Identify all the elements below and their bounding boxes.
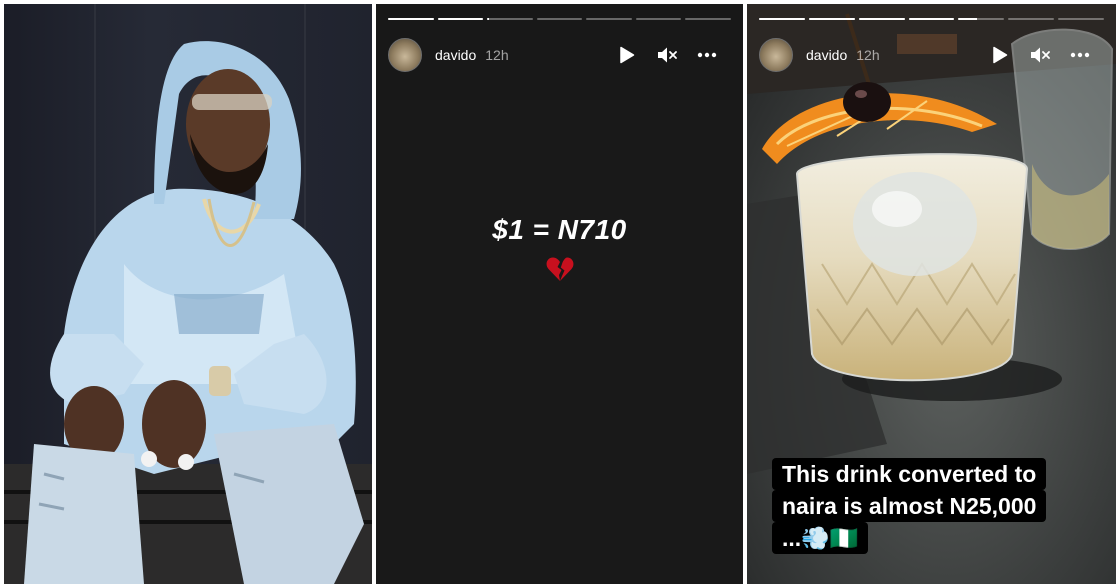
progress-segment-fill (437, 18, 484, 20)
story-caption: This drink converted to naira is almost … (772, 458, 1047, 554)
artist-photo (4, 4, 372, 584)
progress-segment-fill (958, 18, 977, 20)
progress-segment (635, 18, 682, 20)
story-time: 12h (485, 47, 509, 63)
story-progress-bar (759, 18, 1105, 20)
progress-segment (808, 18, 855, 20)
progress-segment (908, 18, 955, 20)
progress-segment-fill (808, 18, 855, 20)
story-viewer-rate[interactable]: davido 12h $1 = N710 (376, 4, 743, 584)
avatar[interactable] (759, 38, 793, 72)
progress-segment (858, 18, 905, 20)
story-viewer-drink[interactable]: davido 12h This drink converted to naira… (747, 4, 1116, 584)
progress-segment-fill (388, 18, 434, 20)
caption-line: This drink converted to (772, 458, 1047, 490)
progress-segment-fill (858, 18, 905, 20)
progress-segment (586, 18, 632, 20)
progress-segment (487, 18, 533, 20)
story-progress-bar (388, 18, 732, 20)
story-controls (990, 45, 1090, 65)
story-header: davido 12h (759, 36, 1104, 74)
progress-segment (759, 18, 805, 20)
more-horizontal-icon[interactable] (697, 45, 717, 65)
progress-segment (958, 18, 1005, 20)
play-icon[interactable] (617, 45, 637, 65)
story-time: 12h (856, 47, 880, 63)
speaker-muted-icon[interactable] (657, 45, 677, 65)
progress-segment (437, 18, 484, 20)
more-horizontal-icon[interactable] (1070, 45, 1090, 65)
progress-segment (1058, 18, 1105, 20)
progress-segment (536, 18, 583, 20)
progress-segment-fill (908, 18, 955, 20)
username[interactable]: davido (435, 47, 476, 63)
progress-segment (388, 18, 434, 20)
story-controls (617, 45, 717, 65)
play-icon[interactable] (990, 45, 1010, 65)
progress-segment-fill (487, 18, 490, 20)
exchange-rate-text: $1 = N710 (492, 214, 627, 245)
username[interactable]: davido (806, 47, 847, 63)
avatar[interactable] (388, 38, 422, 72)
progress-segment (1008, 18, 1055, 20)
speaker-muted-icon[interactable] (1030, 45, 1050, 65)
story-canvas (376, 100, 743, 584)
story-header: davido 12h (388, 36, 731, 74)
broken-heart-icon (376, 256, 743, 282)
caption-line: ...💨🇳🇬 (772, 522, 869, 554)
progress-segment-fill (759, 18, 805, 20)
person-figure (24, 41, 364, 584)
progress-segment (685, 18, 732, 20)
caption-line: naira is almost N25,000 (772, 490, 1047, 522)
